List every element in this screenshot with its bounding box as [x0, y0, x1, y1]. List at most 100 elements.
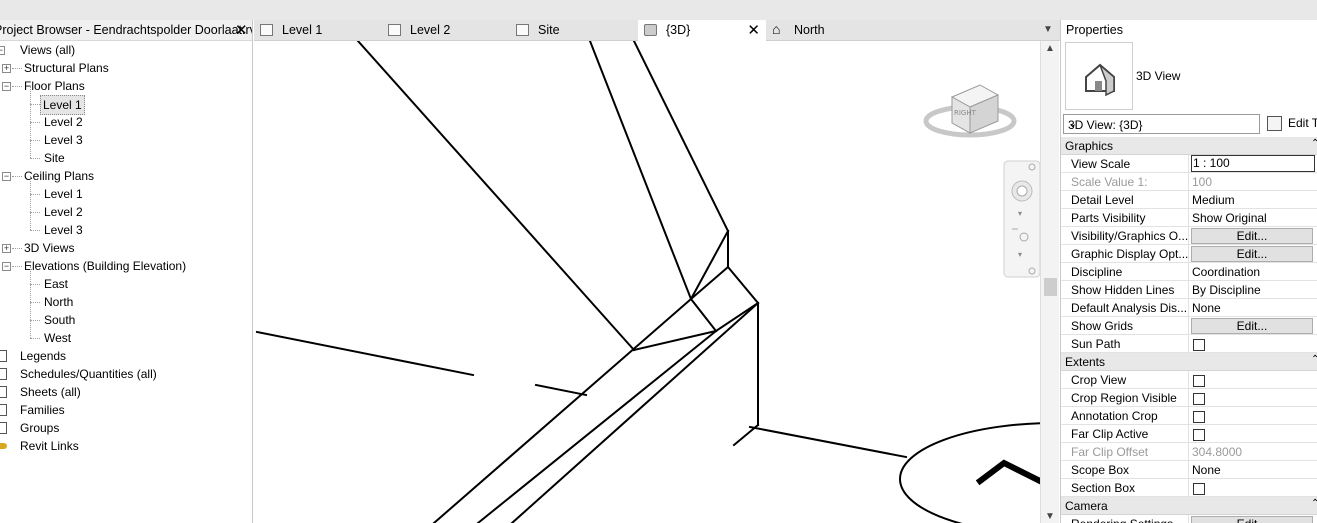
tab-level2[interactable]: Level 2: [382, 20, 510, 41]
tree-item[interactable]: +3D Views: [0, 239, 252, 257]
tree-item[interactable]: − Floor Plans: [0, 77, 252, 95]
tree-item[interactable]: Groups: [0, 419, 252, 437]
tree-item-label: North: [44, 295, 74, 309]
properties-panel: Properties 3D View 3D View: {3D} ⌄ Edit …: [1060, 20, 1317, 523]
tree-item[interactable]: + Structural Plans: [0, 59, 252, 77]
property-value[interactable]: [1191, 389, 1315, 407]
property-row: Crop View: [1061, 371, 1317, 389]
tab-list-dropdown-icon[interactable]: ▼: [1043, 24, 1053, 35]
property-value[interactable]: None: [1191, 299, 1315, 317]
tree-item[interactable]: East: [0, 266, 252, 293]
checkbox[interactable]: [1193, 411, 1205, 423]
property-value[interactable]: Coordination: [1191, 263, 1315, 281]
viewcube-icon: RIGHT: [923, 84, 1017, 138]
checkbox[interactable]: [1193, 339, 1205, 351]
property-value[interactable]: [1191, 425, 1315, 443]
tree-item[interactable]: − Views (all): [0, 41, 252, 59]
scroll-down-icon[interactable]: ▼: [1045, 511, 1055, 522]
property-name: Crop View: [1071, 371, 1189, 389]
property-group-camera[interactable]: Camera ⌃: [1061, 497, 1317, 515]
checkbox[interactable]: [1193, 393, 1205, 405]
scroll-up-icon[interactable]: ▲: [1045, 43, 1055, 54]
property-value[interactable]: [1191, 335, 1315, 353]
scrollbar-thumb[interactable]: [1044, 278, 1057, 296]
property-group-graphics[interactable]: Graphics ⌃: [1061, 137, 1317, 155]
svg-text:▾: ▾: [1018, 250, 1022, 259]
property-group-extents[interactable]: Extents ⌃: [1061, 353, 1317, 371]
collapse-icon[interactable]: −: [2, 172, 11, 181]
property-value[interactable]: Show Original: [1191, 209, 1315, 227]
collapse-icon[interactable]: −: [2, 82, 11, 91]
tree-item[interactable]: Revit Links: [0, 437, 252, 455]
expand-icon[interactable]: +: [2, 64, 11, 73]
property-value[interactable]: 1 : 100: [1191, 155, 1315, 172]
property-value[interactable]: By Discipline: [1191, 281, 1315, 299]
tree-item-label: Level 3: [44, 223, 83, 237]
property-value[interactable]: [1191, 371, 1315, 389]
property-value[interactable]: Medium: [1191, 191, 1315, 209]
tab-site[interactable]: Site: [510, 20, 638, 41]
close-icon[interactable]: ✕: [235, 21, 248, 39]
floor-plan-icon: [388, 24, 401, 36]
tab-level1[interactable]: Level 1: [254, 20, 382, 41]
edit-button[interactable]: Edit...: [1191, 516, 1313, 523]
property-value[interactable]: Edit...: [1191, 227, 1315, 245]
tab-3d[interactable]: {3D} ✕: [638, 20, 766, 41]
property-value[interactable]: None: [1191, 461, 1315, 479]
tree-connector: [30, 284, 31, 302]
tree-item[interactable]: Families: [0, 401, 252, 419]
tree-item[interactable]: North: [0, 284, 252, 311]
tree-item[interactable]: Sheets (all): [0, 383, 252, 401]
tree-item[interactable]: Level 2: [0, 194, 252, 221]
expand-icon[interactable]: +: [2, 244, 11, 253]
tree-item[interactable]: Level 3: [0, 212, 252, 239]
3d-viewport[interactable]: RIGHT ▾ ▾: [254, 41, 1040, 523]
property-value[interactable]: Edit...: [1191, 317, 1315, 335]
collapse-group-icon[interactable]: ⌃: [1311, 138, 1317, 149]
property-value[interactable]: [1191, 407, 1315, 425]
close-icon[interactable]: ✕: [747, 20, 760, 41]
tree-item[interactable]: Level 2: [0, 104, 252, 131]
collapse-icon[interactable]: −: [0, 46, 5, 55]
tree-connector: [30, 140, 40, 141]
tree-item-label: Floor Plans: [24, 79, 85, 93]
tree-item[interactable]: Site: [0, 140, 252, 167]
property-value[interactable]: [1191, 479, 1315, 497]
checkbox[interactable]: [1193, 429, 1205, 441]
property-value[interactable]: Edit...: [1191, 245, 1315, 263]
property-name: Crop Region Visible: [1071, 389, 1189, 407]
tab-label: Level 2: [410, 23, 451, 37]
tree-item[interactable]: − Ceiling Plans: [0, 167, 252, 185]
edit-button[interactable]: Edit...: [1191, 228, 1313, 244]
tree-item-label: Level 1: [40, 95, 85, 115]
checkbox[interactable]: [1193, 375, 1205, 387]
edit-type-button[interactable]: Edit Type: [1265, 113, 1317, 135]
property-row: Crop Region Visible: [1061, 389, 1317, 407]
tree-item-label: Sheets (all): [20, 385, 81, 399]
tab-label: {3D}: [666, 23, 691, 37]
tree-item[interactable]: South: [0, 302, 252, 329]
edit-button[interactable]: Edit...: [1191, 318, 1313, 334]
property-group-label: Graphics: [1065, 139, 1114, 153]
tree-item[interactable]: Schedules/Quantities (all): [0, 365, 252, 383]
tree-item[interactable]: Legends: [0, 347, 252, 365]
tree-connector: [12, 86, 22, 87]
edit-button[interactable]: Edit...: [1191, 246, 1313, 262]
checkbox[interactable]: [1193, 483, 1205, 495]
tree-item[interactable]: − Elevations (Building Elevation): [0, 257, 252, 275]
tree-item[interactable]: Level 1: [0, 176, 252, 203]
tree-item[interactable]: Level 1: [0, 86, 252, 115]
tree-item-label: Site: [44, 151, 65, 165]
edit-type-icon: [1267, 116, 1282, 131]
type-name: 3D View: [1136, 69, 1181, 83]
tree-item[interactable]: Level 3: [0, 122, 252, 149]
instance-selector-dropdown[interactable]: 3D View: {3D} ⌄: [1063, 114, 1260, 134]
tree-item[interactable]: West: [0, 320, 252, 347]
tab-north[interactable]: ⌂ North: [766, 20, 876, 41]
collapse-group-icon[interactable]: ⌃: [1311, 354, 1317, 365]
viewport-vertical-scrollbar[interactable]: ▲ ▼: [1040, 41, 1059, 523]
property-name: Rendering Settings: [1071, 515, 1189, 523]
collapse-group-icon[interactable]: ⌃: [1311, 498, 1317, 509]
property-value[interactable]: Edit...: [1191, 515, 1315, 523]
collapse-icon[interactable]: −: [2, 262, 11, 271]
